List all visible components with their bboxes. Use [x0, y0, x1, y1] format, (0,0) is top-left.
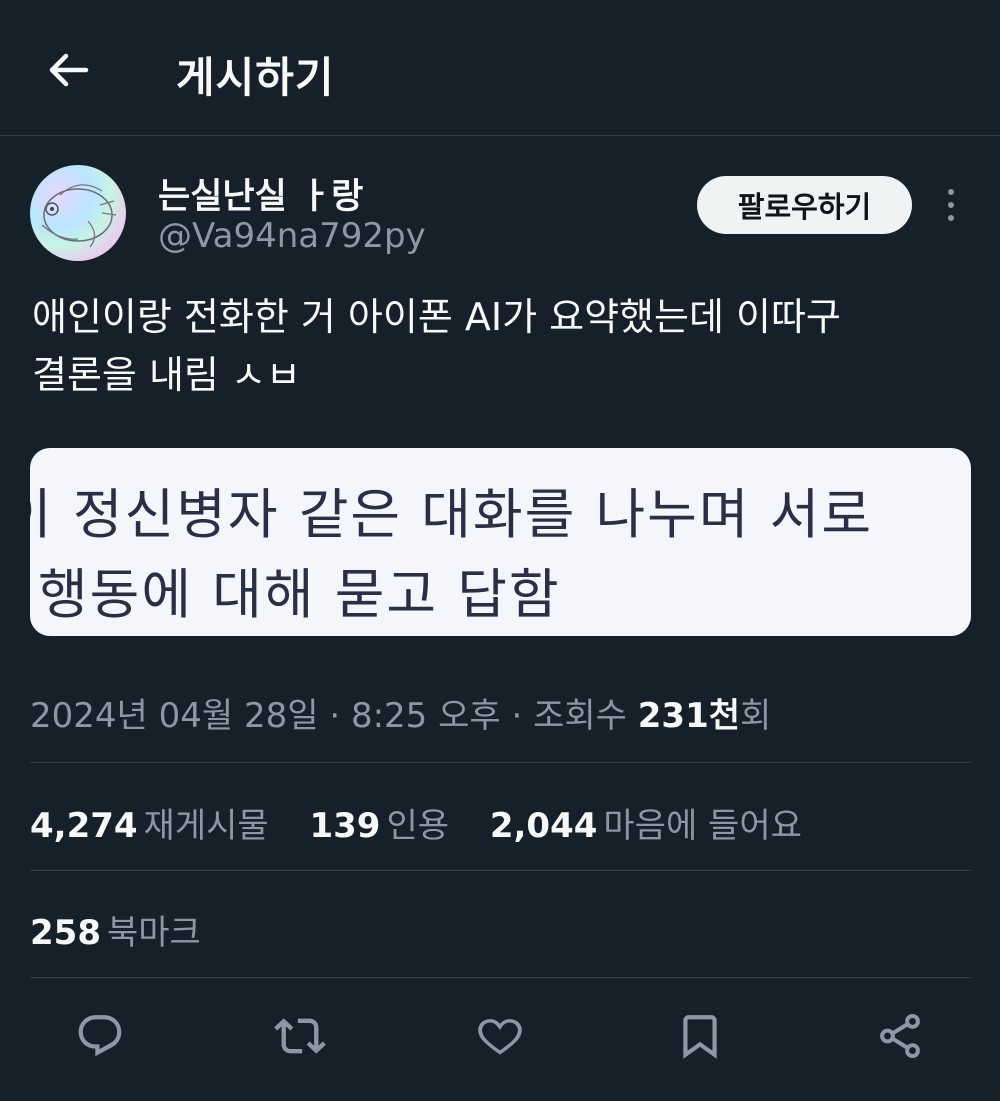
retweet-button[interactable]: [272, 1008, 328, 1064]
views-count: 231천: [637, 696, 741, 736]
like-button[interactable]: [472, 1008, 528, 1064]
divider: [30, 762, 971, 763]
like-icon: [478, 1019, 522, 1055]
quotes-count: 139: [309, 806, 381, 846]
back-arrow-icon: [49, 53, 89, 87]
more-options-button[interactable]: [935, 182, 967, 228]
separator: ·: [329, 696, 341, 736]
retweets-stat[interactable]: 4,274 재게시물: [30, 798, 269, 847]
page-title: 게시하기: [176, 53, 335, 102]
retweet-icon: [274, 1018, 326, 1054]
bookmarks-stat[interactable]: 258 북마크: [30, 905, 201, 954]
bookmarks-label: 북마크: [106, 913, 201, 953]
image-text-line-1: 이 정신병자 같은 대화를 나누며 서로: [30, 483, 874, 546]
views-suffix: 회: [740, 696, 772, 736]
top-bar: 게시하기: [0, 0, 1000, 136]
bookmark-icon: [683, 1015, 717, 1059]
back-button[interactable]: [38, 40, 98, 100]
reply-icon: [78, 1015, 122, 1057]
share-icon: [880, 1014, 920, 1058]
post-time[interactable]: 8:25 오후: [351, 696, 501, 736]
bookmarks-count: 258: [30, 913, 101, 953]
quotes-stat[interactable]: 139 인용: [309, 798, 449, 847]
likes-count: 2,044: [489, 806, 598, 846]
engagement-stats: 4,274 재게시물 139 인용 2,044 마음에 들어요: [30, 798, 832, 847]
retweets-count: 4,274: [30, 806, 138, 846]
more-dot-icon: [948, 215, 954, 221]
likes-stat[interactable]: 2,044 마음에 들어요: [490, 798, 802, 847]
bookmark-button[interactable]: [672, 1008, 728, 1064]
tweet-image[interactable]: 이 정신병자 같은 대화를 나누며 서로 행동에 대해 묻고 답함: [30, 448, 971, 636]
more-dot-icon: [948, 202, 954, 208]
avatar[interactable]: [30, 165, 126, 261]
share-button[interactable]: [872, 1008, 928, 1064]
post-date[interactable]: 2024년 04월 28일: [30, 696, 319, 736]
author-display-name[interactable]: 는실난실 ㅏ랑: [158, 168, 363, 219]
image-text-line-2: 행동에 대해 묻고 답함: [38, 563, 561, 626]
more-dot-icon: [948, 189, 954, 195]
separator: ·: [511, 696, 523, 736]
avatar-drawing: [41, 184, 117, 248]
divider: [30, 870, 971, 871]
bookmark-stats: 258 북마크: [30, 905, 231, 954]
retweets-label: 재게시물: [143, 806, 269, 846]
views-label: 조회수: [533, 696, 627, 736]
reply-button[interactable]: [72, 1008, 128, 1064]
author-handle[interactable]: @Va94na792py: [158, 216, 426, 256]
divider: [30, 977, 971, 978]
likes-label: 마음에 들어요: [603, 806, 802, 846]
quotes-label: 인용: [386, 806, 450, 846]
follow-button[interactable]: 팔로우하기: [697, 176, 912, 234]
tweet-text: 애인이랑 전화한 거 아이폰 AI가 요약했는데 이따구 결론을 내림 ㅅㅂ: [32, 295, 841, 397]
tweet-meta: 2024년 04월 28일 · 8:25 오후 · 조회수 231천회: [30, 688, 771, 737]
post-detail-page: 게시하기 는실난실 ㅏ랑 @Va94na792py 팔로우하기 애인이랑 전화한…: [0, 0, 1000, 1101]
